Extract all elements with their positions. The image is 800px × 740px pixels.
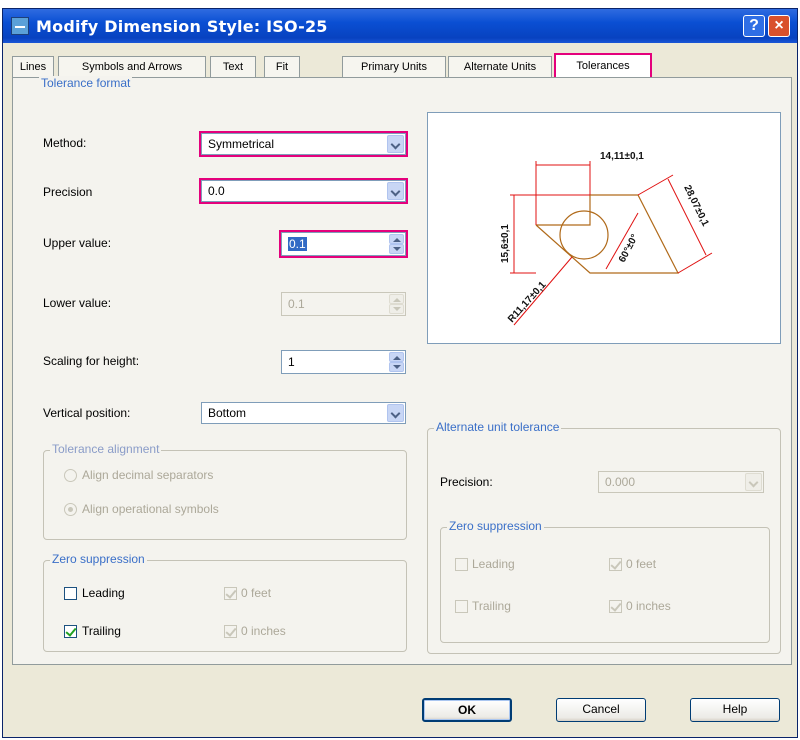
alternate-unit-tolerance-group: Alternate unit tolerance Precision: 0.00…: [427, 420, 781, 654]
trailing-checkbox[interactable]: [64, 625, 77, 638]
dim-top-text: 14,11±0,1: [600, 151, 644, 162]
vertical-position-label: Vertical position:: [43, 406, 131, 420]
preview-pane: 14,11±0,1 15,6±0,1 28,07±0,1 60°±0° R11,…: [427, 112, 781, 344]
close-button[interactable]: ×: [768, 15, 790, 37]
title-bar[interactable]: Modify Dimension Style: ISO-25 ? ×: [3, 9, 797, 43]
spin-down-icon: [389, 304, 404, 314]
align-operational-radio[interactable]: [64, 503, 77, 516]
dim-right-text: 28,07±0,1: [681, 183, 711, 228]
zero-suppression-label: Zero suppression: [50, 552, 147, 566]
lower-value-label: Lower value:: [43, 296, 112, 310]
align-operational-label: Align operational symbols: [82, 502, 219, 516]
window-title: Modify Dimension Style: ISO-25: [36, 17, 328, 36]
scaling-for-height-label: Scaling for height:: [43, 354, 140, 368]
spin-up-icon[interactable]: [389, 234, 404, 244]
chevron-down-icon[interactable]: [387, 135, 404, 153]
help-title-button[interactable]: ?: [743, 15, 765, 37]
lower-value-input[interactable]: 0.1: [281, 292, 406, 316]
zero-suppression-group: Zero suppression Leading 0 feet Trailing…: [43, 552, 407, 652]
alternate-unit-tolerance-label: Alternate unit tolerance: [434, 420, 562, 434]
dimension-texts: 14,11±0,1 15,6±0,1 28,07±0,1 60°±0° R11,…: [500, 151, 711, 325]
align-decimal-label: Align decimal separators: [82, 468, 214, 482]
tab-text[interactable]: Text: [210, 56, 256, 78]
align-decimal-radio[interactable]: [64, 469, 77, 482]
tab-symbols-and-arrows[interactable]: Symbols and Arrows: [58, 56, 206, 78]
scaling-for-height-input[interactable]: 1: [281, 350, 406, 374]
trailing-label: Trailing: [82, 624, 121, 638]
alt-zero-feet-checkbox[interactable]: [609, 558, 622, 571]
zero-feet-checkbox[interactable]: [224, 587, 237, 600]
leading-checkbox[interactable]: [64, 587, 77, 600]
method-select[interactable]: Symmetrical: [199, 131, 408, 157]
vertical-position-value: Bottom: [208, 406, 247, 420]
precision-select[interactable]: 0.0: [199, 178, 408, 204]
leading-label: Leading: [82, 586, 125, 600]
dim-radius-text: R11,17±0,1: [506, 279, 549, 325]
spin-up-icon: [389, 294, 404, 304]
alt-zero-feet-label: 0 feet: [626, 557, 657, 571]
chevron-down-icon[interactable]: [387, 182, 404, 200]
lower-value-text: 0.1: [288, 297, 305, 311]
upper-value-text: 0.1: [288, 237, 307, 251]
cancel-button[interactable]: Cancel: [556, 698, 646, 722]
ext-line: [637, 174, 674, 196]
vertical-position-select[interactable]: Bottom: [201, 402, 406, 424]
ok-button[interactable]: OK: [422, 698, 512, 722]
method-value: Symmetrical: [208, 137, 275, 151]
spin-down-icon[interactable]: [389, 244, 404, 254]
zero-feet-label: 0 feet: [241, 586, 272, 600]
upper-value-input[interactable]: 0.1: [279, 230, 408, 258]
method-label: Method:: [43, 136, 87, 150]
zero-inches-label: 0 inches: [241, 624, 286, 638]
app-icon: [11, 17, 29, 35]
tab-primary-units[interactable]: Primary Units: [342, 56, 446, 78]
tab-fit[interactable]: Fit: [264, 56, 300, 78]
tolerance-alignment-group: Tolerance alignment Align decimal separa…: [43, 442, 407, 540]
spin-down-icon[interactable]: [389, 362, 404, 372]
part-outline: [535, 194, 679, 274]
tolerance-format-label: Tolerance format: [39, 76, 133, 90]
alt-zero-suppression-group: Zero suppression Leading 0 feet Trailing…: [440, 519, 770, 643]
upper-value-label: Upper value:: [43, 236, 112, 250]
part-shape: [535, 194, 679, 274]
dim-angle-text: 60°±0°: [617, 233, 641, 265]
alt-trailing-checkbox[interactable]: [455, 600, 468, 613]
alt-zero-inches-checkbox[interactable]: [609, 600, 622, 613]
chevron-down-icon[interactable]: [387, 404, 404, 422]
zero-inches-checkbox[interactable]: [224, 625, 237, 638]
alt-trailing-label: Trailing: [472, 599, 511, 613]
dim-left-text: 15,6±0,1: [500, 224, 511, 263]
alt-zero-suppression-label: Zero suppression: [447, 519, 544, 533]
precision-value: 0.0: [208, 184, 225, 198]
hole-circle: [559, 210, 609, 260]
alt-zero-inches-label: 0 inches: [626, 599, 671, 613]
alt-precision-select[interactable]: 0.000: [598, 471, 764, 493]
alt-leading-checkbox[interactable]: [455, 558, 468, 571]
scaling-value-text: 1: [288, 355, 295, 369]
dimension-lines: [510, 161, 713, 326]
tab-lines[interactable]: Lines: [12, 56, 54, 78]
chevron-down-icon: [745, 473, 762, 491]
ext-line: [677, 252, 713, 274]
tab-panel: Tolerance format Method: Symmetrical Pre…: [12, 76, 792, 665]
tab-tolerances[interactable]: Tolerances: [554, 53, 652, 79]
alt-precision-label: Precision:: [440, 475, 493, 489]
alt-leading-label: Leading: [472, 557, 515, 571]
alt-precision-value: 0.000: [605, 475, 636, 489]
preview-drawing: 14,11±0,1 15,6±0,1 28,07±0,1 60°±0° R11,…: [500, 151, 713, 326]
tolerance-alignment-label: Tolerance alignment: [50, 442, 162, 456]
tab-alternate-units[interactable]: Alternate Units: [448, 56, 552, 78]
spin-up-icon[interactable]: [389, 352, 404, 362]
help-button[interactable]: Help: [690, 698, 780, 722]
precision-label: Precision: [43, 185, 93, 199]
